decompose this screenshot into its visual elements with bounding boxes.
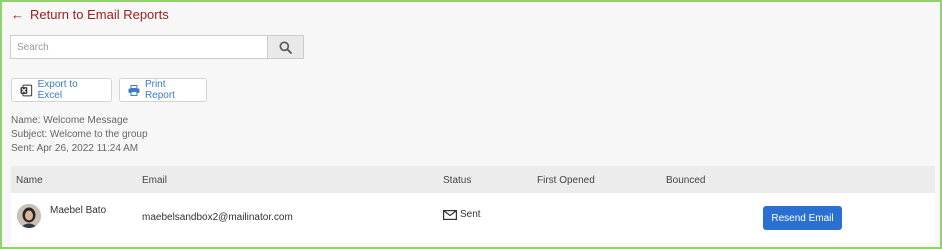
report-subject: Subject: Welcome to the group — [11, 129, 148, 140]
status-text: Sent — [460, 209, 481, 220]
print-report-label: Print Report — [144, 79, 175, 101]
table-header: Name Email Status First Opened Bounced — [11, 166, 935, 193]
column-header-email: Email — [142, 175, 168, 186]
avatar — [17, 204, 41, 228]
report-sent-date: Sent: Apr 26, 2022 11:24 AM — [11, 143, 139, 154]
back-link-label: Return to Email Reports — [30, 6, 169, 22]
export-excel-button[interactable]: Export to Excel — [11, 78, 112, 102]
report-name: Name: Welcome Message — [11, 115, 129, 126]
arrow-left-icon: ← — [11, 6, 24, 22]
envelope-icon — [443, 209, 457, 220]
excel-icon — [20, 84, 33, 96]
printer-icon — [128, 84, 140, 96]
status-badge: Sent — [443, 209, 481, 220]
report-panel: ← Return to Email Reports Export to Exce… — [0, 0, 942, 249]
resend-email-button[interactable]: Resend Email — [763, 206, 842, 230]
search-box — [10, 35, 304, 59]
recipients-table: Name Email Status First Opened Bounced M… — [11, 166, 935, 243]
search-input[interactable] — [11, 36, 267, 58]
column-header-status: Status — [443, 175, 472, 186]
column-header-first-opened: First Opened — [537, 175, 595, 186]
export-excel-label: Export to Excel — [37, 79, 78, 101]
recipient-name: Maebel Bato — [50, 205, 107, 216]
recipient-email: maebelsandbox2@mailinator.com — [142, 212, 293, 223]
table-row: Maebel Bato maebelsandbox2@mailinator.co… — [11, 193, 935, 243]
back-link[interactable]: ← Return to Email Reports — [11, 6, 169, 22]
search-icon — [279, 41, 292, 54]
column-header-bounced: Bounced — [666, 175, 706, 186]
column-header-name: Name — [16, 175, 43, 186]
print-report-button[interactable]: Print Report — [119, 78, 207, 102]
search-button[interactable] — [267, 36, 303, 58]
